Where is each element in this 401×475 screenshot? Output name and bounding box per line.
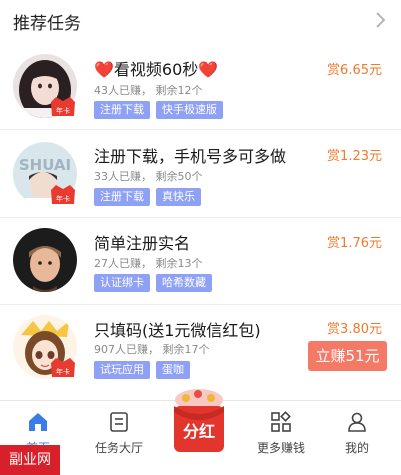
section-title: 推荐任务 bbox=[13, 14, 81, 34]
dividend-label: 分红 bbox=[182, 422, 215, 441]
task-tags: 注册下载 快手极速版 bbox=[94, 101, 223, 119]
section-header[interactable]: 推荐任务 bbox=[0, 0, 401, 40]
tag: 哈希数藏 bbox=[156, 274, 212, 292]
task-hall-icon bbox=[110, 412, 128, 432]
nav-task-hall[interactable]: 任务大厅 bbox=[84, 401, 154, 461]
avatar: 年卡 bbox=[13, 315, 77, 379]
nav-label: 更多赚钱 bbox=[256, 441, 305, 455]
tag: 注册下载 bbox=[94, 188, 150, 206]
user-icon bbox=[348, 412, 366, 432]
task-title: 简单注册实名 bbox=[94, 234, 191, 253]
annual-card-badge: 年卡 bbox=[51, 97, 75, 116]
task-reward: 赏1.76元 bbox=[327, 236, 382, 251]
annual-card-badge: 年卡 bbox=[51, 358, 75, 377]
man-photo-avatar bbox=[13, 228, 77, 292]
tag: 认证绑卡 bbox=[94, 274, 150, 292]
task-tags: 注册下载 真快乐 bbox=[94, 188, 201, 206]
task-reward: 赏6.65元 bbox=[327, 63, 382, 78]
task-meta: 907人已赚， 剩余17个 bbox=[94, 343, 210, 356]
badge-label: 年卡 bbox=[56, 194, 70, 203]
task-tags: 认证绑卡 哈希数藏 bbox=[94, 274, 212, 292]
avatar: 年卡 bbox=[13, 54, 77, 118]
badge-label: 年卡 bbox=[56, 106, 70, 115]
task-title: 只填码(送1元微信红包) bbox=[94, 321, 261, 340]
task-item[interactable]: 年卡 只填码(送1元微信红包) 907人已赚， 剩余17个 试玩应用 蛋咖 赏3… bbox=[0, 305, 401, 400]
task-meta: 43人已赚， 剩余12个 bbox=[94, 84, 203, 97]
annual-card-badge: 年卡 bbox=[51, 185, 75, 204]
grid-icon bbox=[271, 411, 291, 432]
task-item[interactable]: 简单注册实名 27人已赚， 剩余13个 认证绑卡 哈希数藏 赏1.76元 bbox=[0, 218, 401, 305]
task-title: 注册下载，手机号多可多做 bbox=[94, 147, 287, 166]
task-item[interactable]: SHUAI 年卡 注册下载，手机号多可多做 33人已赚， 剩余50个 注册下载 … bbox=[0, 130, 401, 218]
avatar: SHUAI 年卡 bbox=[13, 142, 77, 206]
nav-label: 任务大厅 bbox=[94, 441, 143, 455]
tag: 注册下载 bbox=[94, 101, 150, 119]
task-item[interactable]: 年卡 ❤️看视频60秒❤️ 43人已赚， 剩余12个 注册下载 快手极速版 赏6… bbox=[0, 40, 401, 130]
task-meta: 33人已赚， 剩余50个 bbox=[94, 170, 203, 183]
task-meta: 27人已赚， 剩余13个 bbox=[94, 257, 203, 270]
home-icon bbox=[29, 413, 47, 431]
site-watermark: 副业网 bbox=[0, 445, 60, 475]
tag: 快手极速版 bbox=[156, 101, 223, 119]
tag: 蛋咖 bbox=[156, 361, 190, 379]
tag: 真快乐 bbox=[156, 188, 201, 206]
chevron-right-icon[interactable] bbox=[373, 11, 387, 29]
task-tags: 试玩应用 蛋咖 bbox=[94, 361, 190, 379]
nav-more-earn[interactable]: 更多赚钱 bbox=[246, 401, 316, 461]
task-title: ❤️看视频60秒❤️ bbox=[94, 60, 219, 79]
dividend-button[interactable]: 分红 bbox=[164, 388, 234, 458]
task-reward: 赏1.23元 bbox=[327, 149, 382, 164]
earn-now-button[interactable]: 立赚51元 bbox=[308, 341, 387, 371]
tag: 试玩应用 bbox=[94, 361, 150, 379]
badge-label: 年卡 bbox=[56, 367, 70, 376]
avatar bbox=[13, 228, 77, 292]
nav-mine[interactable]: 我的 bbox=[322, 401, 392, 461]
nav-label: 我的 bbox=[344, 441, 369, 455]
task-reward: 赏3.80元 bbox=[327, 322, 382, 337]
